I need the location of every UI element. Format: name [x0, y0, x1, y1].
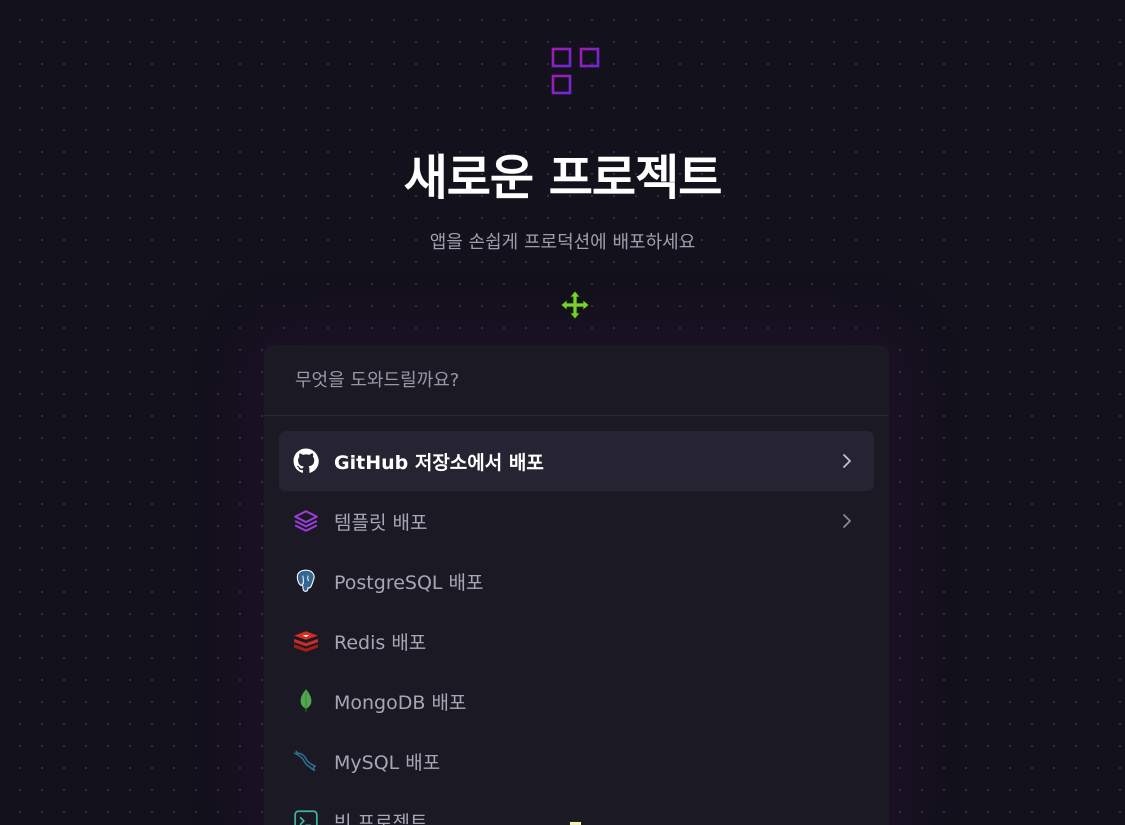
chevron-right-icon	[843, 454, 851, 468]
new-project-logo-icon	[551, 47, 600, 95]
new-project-panel: GitHub 저장소에서 배포 템플릿 배포 PostgreSQL 배포 Red…	[264, 345, 889, 825]
menu-item-mysql[interactable]: MySQL 배포	[279, 731, 874, 791]
layers-icon	[293, 508, 319, 534]
pointer-cursor-icon	[569, 821, 582, 825]
menu-item-template[interactable]: 템플릿 배포	[279, 491, 874, 551]
postgresql-icon	[293, 568, 319, 594]
search-input[interactable]	[293, 368, 857, 392]
menu-item-label: MongoDB 배포	[334, 691, 467, 714]
menu-item-label: 빈 프로젝트	[334, 811, 428, 825]
mysql-icon	[293, 748, 319, 774]
menu-item-label: GitHub 저장소에서 배포	[334, 451, 544, 474]
terminal-icon	[293, 808, 319, 825]
menu-item-label: 템플릿 배포	[334, 511, 428, 534]
move-cursor-icon	[560, 290, 590, 320]
menu-item-github-repo[interactable]: GitHub 저장소에서 배포	[279, 431, 874, 491]
deploy-options-menu: GitHub 저장소에서 배포 템플릿 배포 PostgreSQL 배포 Red…	[264, 416, 889, 825]
chevron-right-icon	[843, 514, 851, 528]
menu-item-label: PostgreSQL 배포	[334, 571, 484, 594]
menu-item-postgresql[interactable]: PostgreSQL 배포	[279, 551, 874, 611]
menu-item-redis[interactable]: Redis 배포	[279, 611, 874, 671]
page-title: 새로운 프로젝트	[403, 150, 723, 206]
redis-icon	[293, 628, 319, 654]
search-bar	[264, 345, 889, 416]
github-icon	[293, 448, 319, 474]
page-subtitle: 앱을 손쉽게 프로덕션에 배포하세요	[429, 232, 696, 253]
mongodb-icon	[293, 688, 319, 714]
menu-item-label: MySQL 배포	[334, 751, 441, 774]
menu-item-mongodb[interactable]: MongoDB 배포	[279, 671, 874, 731]
menu-item-label: Redis 배포	[334, 631, 427, 654]
menu-item-empty-project[interactable]: 빈 프로젝트	[279, 791, 874, 825]
